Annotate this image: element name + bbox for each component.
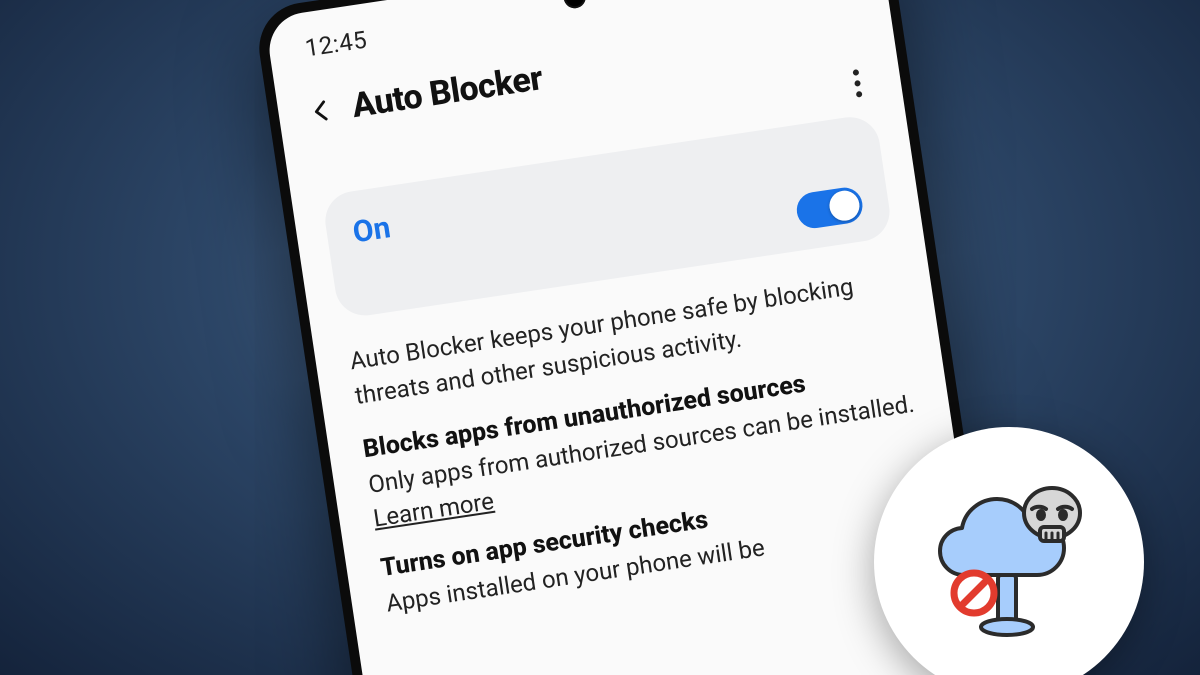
toggle-state-label: On <box>351 210 393 250</box>
threat-badge <box>874 427 1144 675</box>
background: 12:45 Auto Blocker On <box>0 0 1200 675</box>
status-time: 12:45 <box>303 26 369 63</box>
more-options-icon[interactable] <box>846 62 870 104</box>
screen-content: 12:45 Auto Blocker On <box>264 0 973 660</box>
cloud-threat-blocked-icon <box>914 467 1104 657</box>
master-toggle-switch[interactable] <box>794 185 865 230</box>
back-icon[interactable] <box>307 96 337 126</box>
